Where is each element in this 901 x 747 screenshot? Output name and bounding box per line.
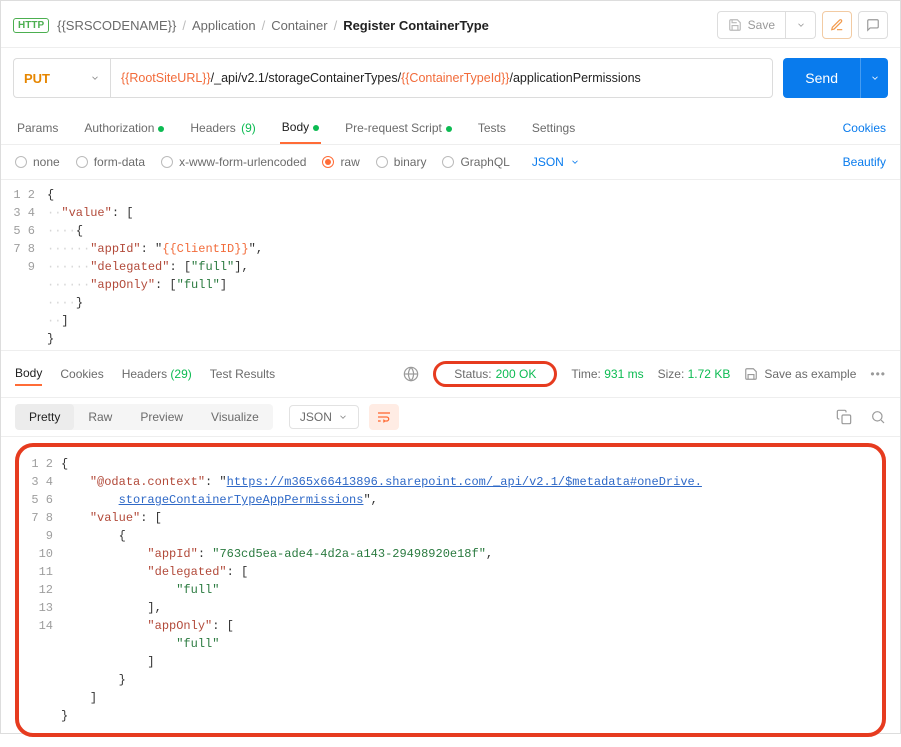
req-code[interactable]: { ··"value": [ ····{ ······"appId": "{{C… xyxy=(47,186,900,344)
radio-formdata[interactable]: form-data xyxy=(76,155,145,169)
tab-prerequest[interactable]: Pre-request Script xyxy=(343,113,454,143)
edit-icon[interactable] xyxy=(822,11,852,39)
crumb-application[interactable]: Application xyxy=(192,18,256,33)
url-var-root: {{RootSiteURL}} xyxy=(121,71,211,85)
response-body-wrap: 1 2 3 4 5 6 7 8 9 10 11 12 13 14 { "@oda… xyxy=(1,437,900,747)
resp-tab-cookies[interactable]: Cookies xyxy=(60,363,103,385)
url-seg1: /_api/v2.1/storageContainerTypes/ xyxy=(211,71,401,85)
network-icon xyxy=(403,366,419,382)
tab-body[interactable]: Body xyxy=(280,112,321,144)
http-badge: HTTP xyxy=(13,18,49,33)
method-label: PUT xyxy=(24,71,50,86)
size-meta: Size: 1.72 KB xyxy=(658,367,731,381)
vtab-preview[interactable]: Preview xyxy=(126,404,197,430)
send-label: Send xyxy=(783,70,860,86)
tab-headers[interactable]: Headers (9) xyxy=(188,113,257,143)
cookies-link[interactable]: Cookies xyxy=(843,113,886,143)
response-view-tabs: Pretty Raw Preview Visualize JSON xyxy=(1,398,900,437)
vtab-visualize[interactable]: Visualize xyxy=(197,404,273,430)
save-example-button[interactable]: Save as example xyxy=(744,367,856,381)
tab-tests[interactable]: Tests xyxy=(476,113,508,143)
crumb-container[interactable]: Container xyxy=(271,18,327,33)
header-bar: HTTP {{SRSCODENAME}} / Application / Con… xyxy=(1,1,900,48)
breadcrumb: {{SRSCODENAME}} / Application / Containe… xyxy=(57,18,709,33)
request-row: PUT {{RootSiteURL}}/_api/v2.1/storageCon… xyxy=(1,48,900,108)
request-body-editor[interactable]: 1 2 3 4 5 6 7 8 9 { ··"value": [ ····{ ·… xyxy=(1,180,900,350)
url-input[interactable]: {{RootSiteURL}}/_api/v2.1/storageContain… xyxy=(110,58,773,98)
body-options: none form-data x-www-form-urlencoded raw… xyxy=(1,145,900,180)
radio-graphql[interactable]: GraphQL xyxy=(442,155,509,169)
radio-none[interactable]: none xyxy=(15,155,60,169)
tab-params[interactable]: Params xyxy=(15,113,60,143)
wrap-lines-icon[interactable] xyxy=(369,404,399,430)
request-tabs: Params Authorization Headers (9) Body Pr… xyxy=(1,108,900,145)
resp-format-selector[interactable]: JSON xyxy=(289,405,359,429)
radio-raw[interactable]: raw xyxy=(322,155,359,169)
beautify-link[interactable]: Beautify xyxy=(843,155,886,169)
radio-xform[interactable]: x-www-form-urlencoded xyxy=(161,155,306,169)
send-button[interactable]: Send xyxy=(783,58,888,98)
vtab-pretty[interactable]: Pretty xyxy=(15,404,74,430)
raw-type-selector[interactable]: JSON xyxy=(532,155,580,169)
save-dropdown[interactable] xyxy=(786,11,816,39)
radio-binary[interactable]: binary xyxy=(376,155,427,169)
crumb-sep: / xyxy=(334,18,338,33)
crumb-codename[interactable]: {{SRSCODENAME}} xyxy=(57,18,176,33)
copy-icon[interactable] xyxy=(836,409,852,425)
crumb-current: Register ContainerType xyxy=(343,18,489,33)
crumb-sep: / xyxy=(182,18,186,33)
save-label: Save xyxy=(748,18,775,32)
resp-action-icons xyxy=(836,409,886,425)
crumb-sep: / xyxy=(262,18,266,33)
response-header: Body Cookies Headers (29) Test Results S… xyxy=(1,350,900,398)
send-dropdown[interactable] xyxy=(860,58,888,98)
more-icon[interactable]: ••• xyxy=(870,367,886,381)
response-body-editor[interactable]: 1 2 3 4 5 6 7 8 9 10 11 12 13 14 { "@oda… xyxy=(15,443,886,737)
resp-tab-body[interactable]: Body xyxy=(15,362,42,386)
tab-settings[interactable]: Settings xyxy=(530,113,577,143)
time-meta: Time: 931 ms xyxy=(571,367,643,381)
response-meta: Status: 200 OK Time: 931 ms Size: 1.72 K… xyxy=(403,361,886,387)
comment-icon[interactable] xyxy=(858,11,888,39)
resp-tab-headers[interactable]: Headers (29) xyxy=(122,363,192,385)
url-seg2: /applicationPermissions xyxy=(510,71,641,85)
search-icon[interactable] xyxy=(870,409,886,425)
resp-tab-tests[interactable]: Test Results xyxy=(210,363,275,385)
url-var-ctid: {{ContainerTypeId}} xyxy=(401,71,509,85)
vtab-raw[interactable]: Raw xyxy=(74,404,126,430)
tab-authorization[interactable]: Authorization xyxy=(82,113,166,143)
status-pill: Status: 200 OK xyxy=(433,361,557,387)
save-button[interactable]: Save xyxy=(717,11,786,39)
method-selector[interactable]: PUT xyxy=(13,58,110,98)
resp-gutter: 1 2 3 4 5 6 7 8 9 10 11 12 13 14 xyxy=(29,455,61,725)
req-gutter: 1 2 3 4 5 6 7 8 9 xyxy=(1,186,47,344)
resp-code[interactable]: { "@odata.context": "https://m365x664138… xyxy=(61,455,872,725)
